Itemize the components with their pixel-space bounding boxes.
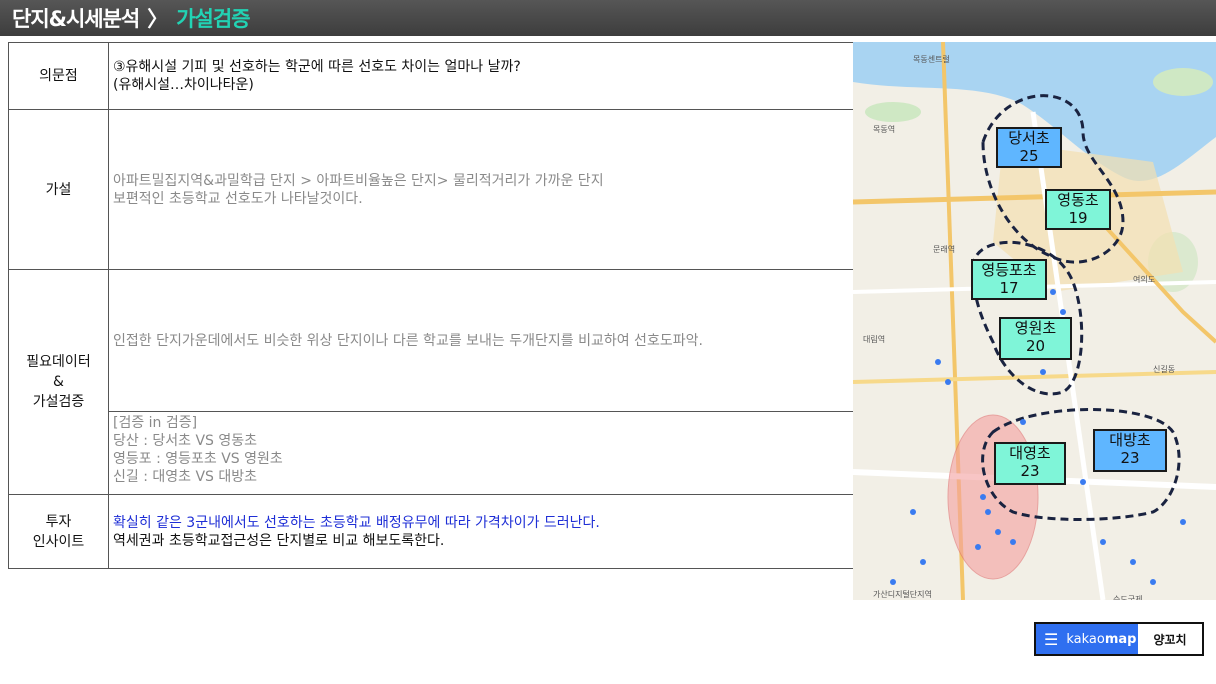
school-count: 23 bbox=[1120, 449, 1140, 467]
insight-content: 확실히 같은 3군내에서도 선호하는 초등학교 배정유무에 따라 가격차이가 드… bbox=[108, 494, 860, 569]
school-name: 영원초 bbox=[1014, 319, 1057, 337]
svg-text:문래역: 문래역 bbox=[933, 244, 955, 254]
hypothesis-table: 의문점 ③유해시설 기피 및 선호하는 학군에 따른 선호도 차이는 얼마나 날… bbox=[8, 42, 860, 569]
verify-content: [검증 in 검증] 당산 : 당서초 VS 영동초 영등포 : 영등포초 VS… bbox=[108, 411, 860, 495]
hypothesis-content: 아파트밀집지역&과밀학급 단지 > 아파트비율높은 단지> 물리적거리가 가까운… bbox=[108, 109, 860, 270]
hypothesis-label: 가설 bbox=[8, 109, 109, 270]
svg-text:수도국제: 수도국제 bbox=[1113, 595, 1142, 600]
data-label-line-3: 가설검증 bbox=[32, 394, 85, 410]
verify-row: [검증 in 검증] 당산 : 당서초 VS 영동초 영등포 : 영등포초 VS… bbox=[9, 411, 860, 495]
school-count: 23 bbox=[1020, 462, 1040, 480]
hypothesis-line-2: 보편적인 초등학교 선호도가 나타날것이다. bbox=[113, 190, 363, 207]
park-area bbox=[1153, 68, 1213, 96]
svg-text:목동센트럴: 목동센트럴 bbox=[913, 54, 950, 64]
question-line-2: (유해시설…차이나타운) bbox=[113, 77, 254, 93]
verify-item-1: 당산 : 당서초 VS 영동초 bbox=[113, 433, 258, 449]
data-row: 필요데이터 & 가설검증 인접한 단지가운데에서도 비슷한 위상 단지이나 다른… bbox=[8, 269, 860, 495]
verify-title: [검증 in 검증] bbox=[113, 415, 198, 431]
breadcrumb-separator: 〉 bbox=[147, 7, 169, 31]
data-content: 인접한 단지가운데에서도 비슷한 위상 단지이나 다른 학교를 보내는 두개단지… bbox=[108, 269, 860, 412]
school-name: 대영초 bbox=[1009, 444, 1051, 462]
question-row: 의문점 ③유해시설 기피 및 선호하는 학군에 따른 선호도 차이는 얼마나 날… bbox=[8, 42, 860, 110]
place-name[interactable]: 양꼬치 bbox=[1138, 624, 1202, 654]
insight-label: 투자 인사이트 bbox=[8, 494, 109, 569]
data-label-line-1: 필요데이터 bbox=[26, 354, 91, 370]
insight-line-1: 확실히 같은 3군내에서도 선호하는 초등학교 배정유무에 따라 가격차이가 드… bbox=[113, 514, 600, 531]
svg-text:신길동: 신길동 bbox=[1153, 365, 1175, 374]
data-label: 필요데이터 & 가설검증 bbox=[8, 269, 109, 495]
svg-text:여의도: 여의도 bbox=[1133, 274, 1155, 284]
school-label-daeyeong[interactable]: 대영초 23 bbox=[994, 442, 1066, 485]
svg-text:가산디지털단지역: 가산디지털단지역 bbox=[873, 589, 932, 599]
question-label: 의문점 bbox=[8, 42, 109, 110]
school-count: 25 bbox=[1019, 147, 1039, 165]
data-label-line-2: & bbox=[53, 374, 64, 390]
title-bar: 단지&시세분석 〉 가설검증 bbox=[0, 0, 1216, 36]
school-label-dangseo[interactable]: 당서초 25 bbox=[996, 127, 1062, 168]
school-name: 당서초 bbox=[1008, 129, 1050, 147]
school-label-daebang[interactable]: 대방초 23 bbox=[1093, 429, 1167, 472]
school-count: 20 bbox=[1025, 337, 1046, 355]
hamburger-menu-icon[interactable]: ☰ bbox=[1044, 630, 1058, 649]
page-title: 가설검증 bbox=[176, 7, 250, 31]
verify-item-3: 신길 : 대영초 VS 대방초 bbox=[113, 469, 258, 485]
insight-label-line-1: 투자 bbox=[45, 513, 72, 530]
school-name: 대방초 bbox=[1109, 431, 1151, 449]
park-area bbox=[865, 102, 921, 122]
kakaomap-badge[interactable]: ☰ kakao map 양꼬치 bbox=[1034, 622, 1204, 656]
highlight-zone bbox=[947, 414, 1039, 580]
school-label-yeongwon[interactable]: 영원초 20 bbox=[999, 317, 1072, 360]
school-count: 19 bbox=[1068, 209, 1088, 227]
svg-text:목동역: 목동역 bbox=[873, 124, 895, 134]
svg-text:대림역: 대림역 bbox=[863, 334, 885, 344]
insight-line-2: 역세권과 초등학교접근성은 단지별로 비교 해보도록한다. bbox=[113, 532, 445, 549]
kakaomap-brand-bold: map bbox=[1104, 631, 1137, 647]
verify-item-2: 영등포 : 영등포초 VS 영원초 bbox=[113, 451, 283, 467]
school-map[interactable]: 목동센트럴목동역 문래역대림역 여의도신길동 수도국제 가산디지털단지역 당서초 … bbox=[853, 42, 1216, 600]
school-count: 17 bbox=[999, 279, 1019, 297]
kakaomap-logo[interactable]: ☰ kakao map bbox=[1036, 624, 1138, 654]
hypothesis-line-1: 아파트밀집지역&과밀학급 단지 > 아파트비율높은 단지> 물리적거리가 가까운… bbox=[113, 172, 604, 189]
school-label-yeongdeungpo[interactable]: 영등포초 17 bbox=[971, 259, 1047, 300]
section-title: 단지&시세분석 bbox=[12, 7, 140, 31]
school-label-yeongdong[interactable]: 영동초 19 bbox=[1045, 189, 1111, 230]
school-name: 영등포초 bbox=[981, 261, 1037, 279]
insight-row: 투자 인사이트 확실히 같은 3군내에서도 선호하는 초등학교 배정유무에 따라… bbox=[8, 494, 860, 569]
insight-label-line-2: 인사이트 bbox=[32, 533, 85, 550]
kakaomap-brand-light: kakao bbox=[1066, 631, 1105, 647]
question-content: ③유해시설 기피 및 선호하는 학군에 따른 선호도 차이는 얼마나 날까? (… bbox=[108, 42, 860, 110]
question-line-1: ③유해시설 기피 및 선호하는 학군에 따른 선호도 차이는 얼마나 날까? bbox=[113, 59, 521, 75]
school-name: 영동초 bbox=[1057, 191, 1099, 209]
hypothesis-row: 가설 아파트밀집지역&과밀학급 단지 > 아파트비율높은 단지> 물리적거리가 … bbox=[8, 109, 860, 270]
